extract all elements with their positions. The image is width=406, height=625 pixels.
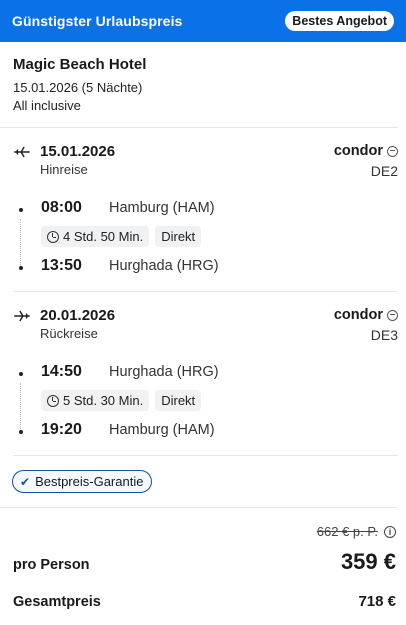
arrival-dot <box>19 430 23 434</box>
best-offer-badge: Bestes Angebot <box>285 11 394 31</box>
direct-chip: Direkt <box>155 226 202 247</box>
return-duration: 5 Std. 30 Min. <box>63 393 144 408</box>
arrival-dot <box>19 266 23 270</box>
plane-departure-icon <box>14 146 30 158</box>
return-arr-time: 19:20 <box>41 421 82 438</box>
outbound-flight-number: DE2 <box>370 163 398 179</box>
return-segment: 14:50 Hurghada (HRG) 5 Std. 30 Min. Dire… <box>13 343 398 455</box>
airline-name: condor <box>333 307 383 323</box>
outbound-dep-place: Hamburg (HAM) <box>109 200 215 216</box>
departure-dot <box>19 372 23 376</box>
departure-dot <box>19 208 23 212</box>
hotel-dates: 15.01.2026 (5 Nächte) <box>13 80 143 95</box>
airline-name: condor <box>333 143 383 159</box>
return-flight: 20.01.2026 Rückreise condor DE3 14:50 Hu… <box>13 292 398 456</box>
hotel-name[interactable]: Magic Beach Hotel <box>13 56 386 73</box>
return-dep-place: Hurghada (HRG) <box>109 364 219 380</box>
per-person-price: 359 € <box>340 549 396 574</box>
check-icon: ✔ <box>20 474 31 489</box>
info-icon[interactable]: i <box>384 525 396 538</box>
outbound-airline: condor <box>334 143 398 159</box>
outbound-arr-time: 13:50 <box>41 257 82 274</box>
hotel-board: All inclusive <box>13 98 81 113</box>
route-line <box>20 383 22 433</box>
guarantee-section: ✔ Bestpreis-Garantie <box>0 456 398 508</box>
return-dep-time: 14:50 <box>41 363 82 380</box>
outbound-dep-time: 08:00 <box>41 199 82 216</box>
return-date: 20.01.2026 <box>40 307 116 324</box>
return-flight-number: DE3 <box>370 327 398 343</box>
duration-chip: 4 Std. 50 Min. <box>41 226 150 247</box>
outbound-segment: 08:00 Hamburg (HAM) 4 Std. 50 Min. Direk… <box>13 179 398 291</box>
outbound-date: 15.01.2026 <box>40 143 116 160</box>
airline-logo-icon <box>387 145 398 157</box>
best-price-guarantee-badge[interactable]: ✔ Bestpreis-Garantie <box>12 470 153 493</box>
airline-logo-icon <box>387 309 398 321</box>
price-summary: 662 € p. P. i pro Person 359 € Gesamtpre… <box>0 508 406 610</box>
outbound-label: Hinreise <box>40 162 88 177</box>
old-price: 662 € p. P. <box>316 524 378 539</box>
offer-header: Günstigster Urlaubspreis Bestes Angebot <box>0 0 406 42</box>
duration-chip: 5 Std. 30 Min. <box>41 390 150 411</box>
return-arr-place: Hamburg (HAM) <box>109 422 215 438</box>
clock-icon <box>47 230 59 243</box>
header-title: Günstigster Urlaubspreis <box>12 13 183 29</box>
direct-chip: Direkt <box>155 390 202 411</box>
return-airline: condor <box>334 307 398 323</box>
hotel-summary: Magic Beach Hotel 15.01.2026 (5 Nächte) … <box>0 42 398 128</box>
route-line <box>20 219 22 269</box>
plane-return-icon <box>14 310 30 322</box>
outbound-duration: 4 Std. 50 Min. <box>63 229 144 244</box>
total-price: 718 € <box>358 593 396 610</box>
outbound-flight: 15.01.2026 Hinreise condor DE2 08:00 Ham… <box>13 128 398 292</box>
outbound-arr-place: Hurghada (HRG) <box>109 258 219 274</box>
total-label: Gesamtpreis <box>13 594 101 610</box>
guarantee-label: Bestpreis-Garantie <box>35 474 144 489</box>
clock-icon <box>47 394 59 407</box>
per-person-label: pro Person <box>13 557 90 573</box>
return-label: Rückreise <box>40 326 98 341</box>
